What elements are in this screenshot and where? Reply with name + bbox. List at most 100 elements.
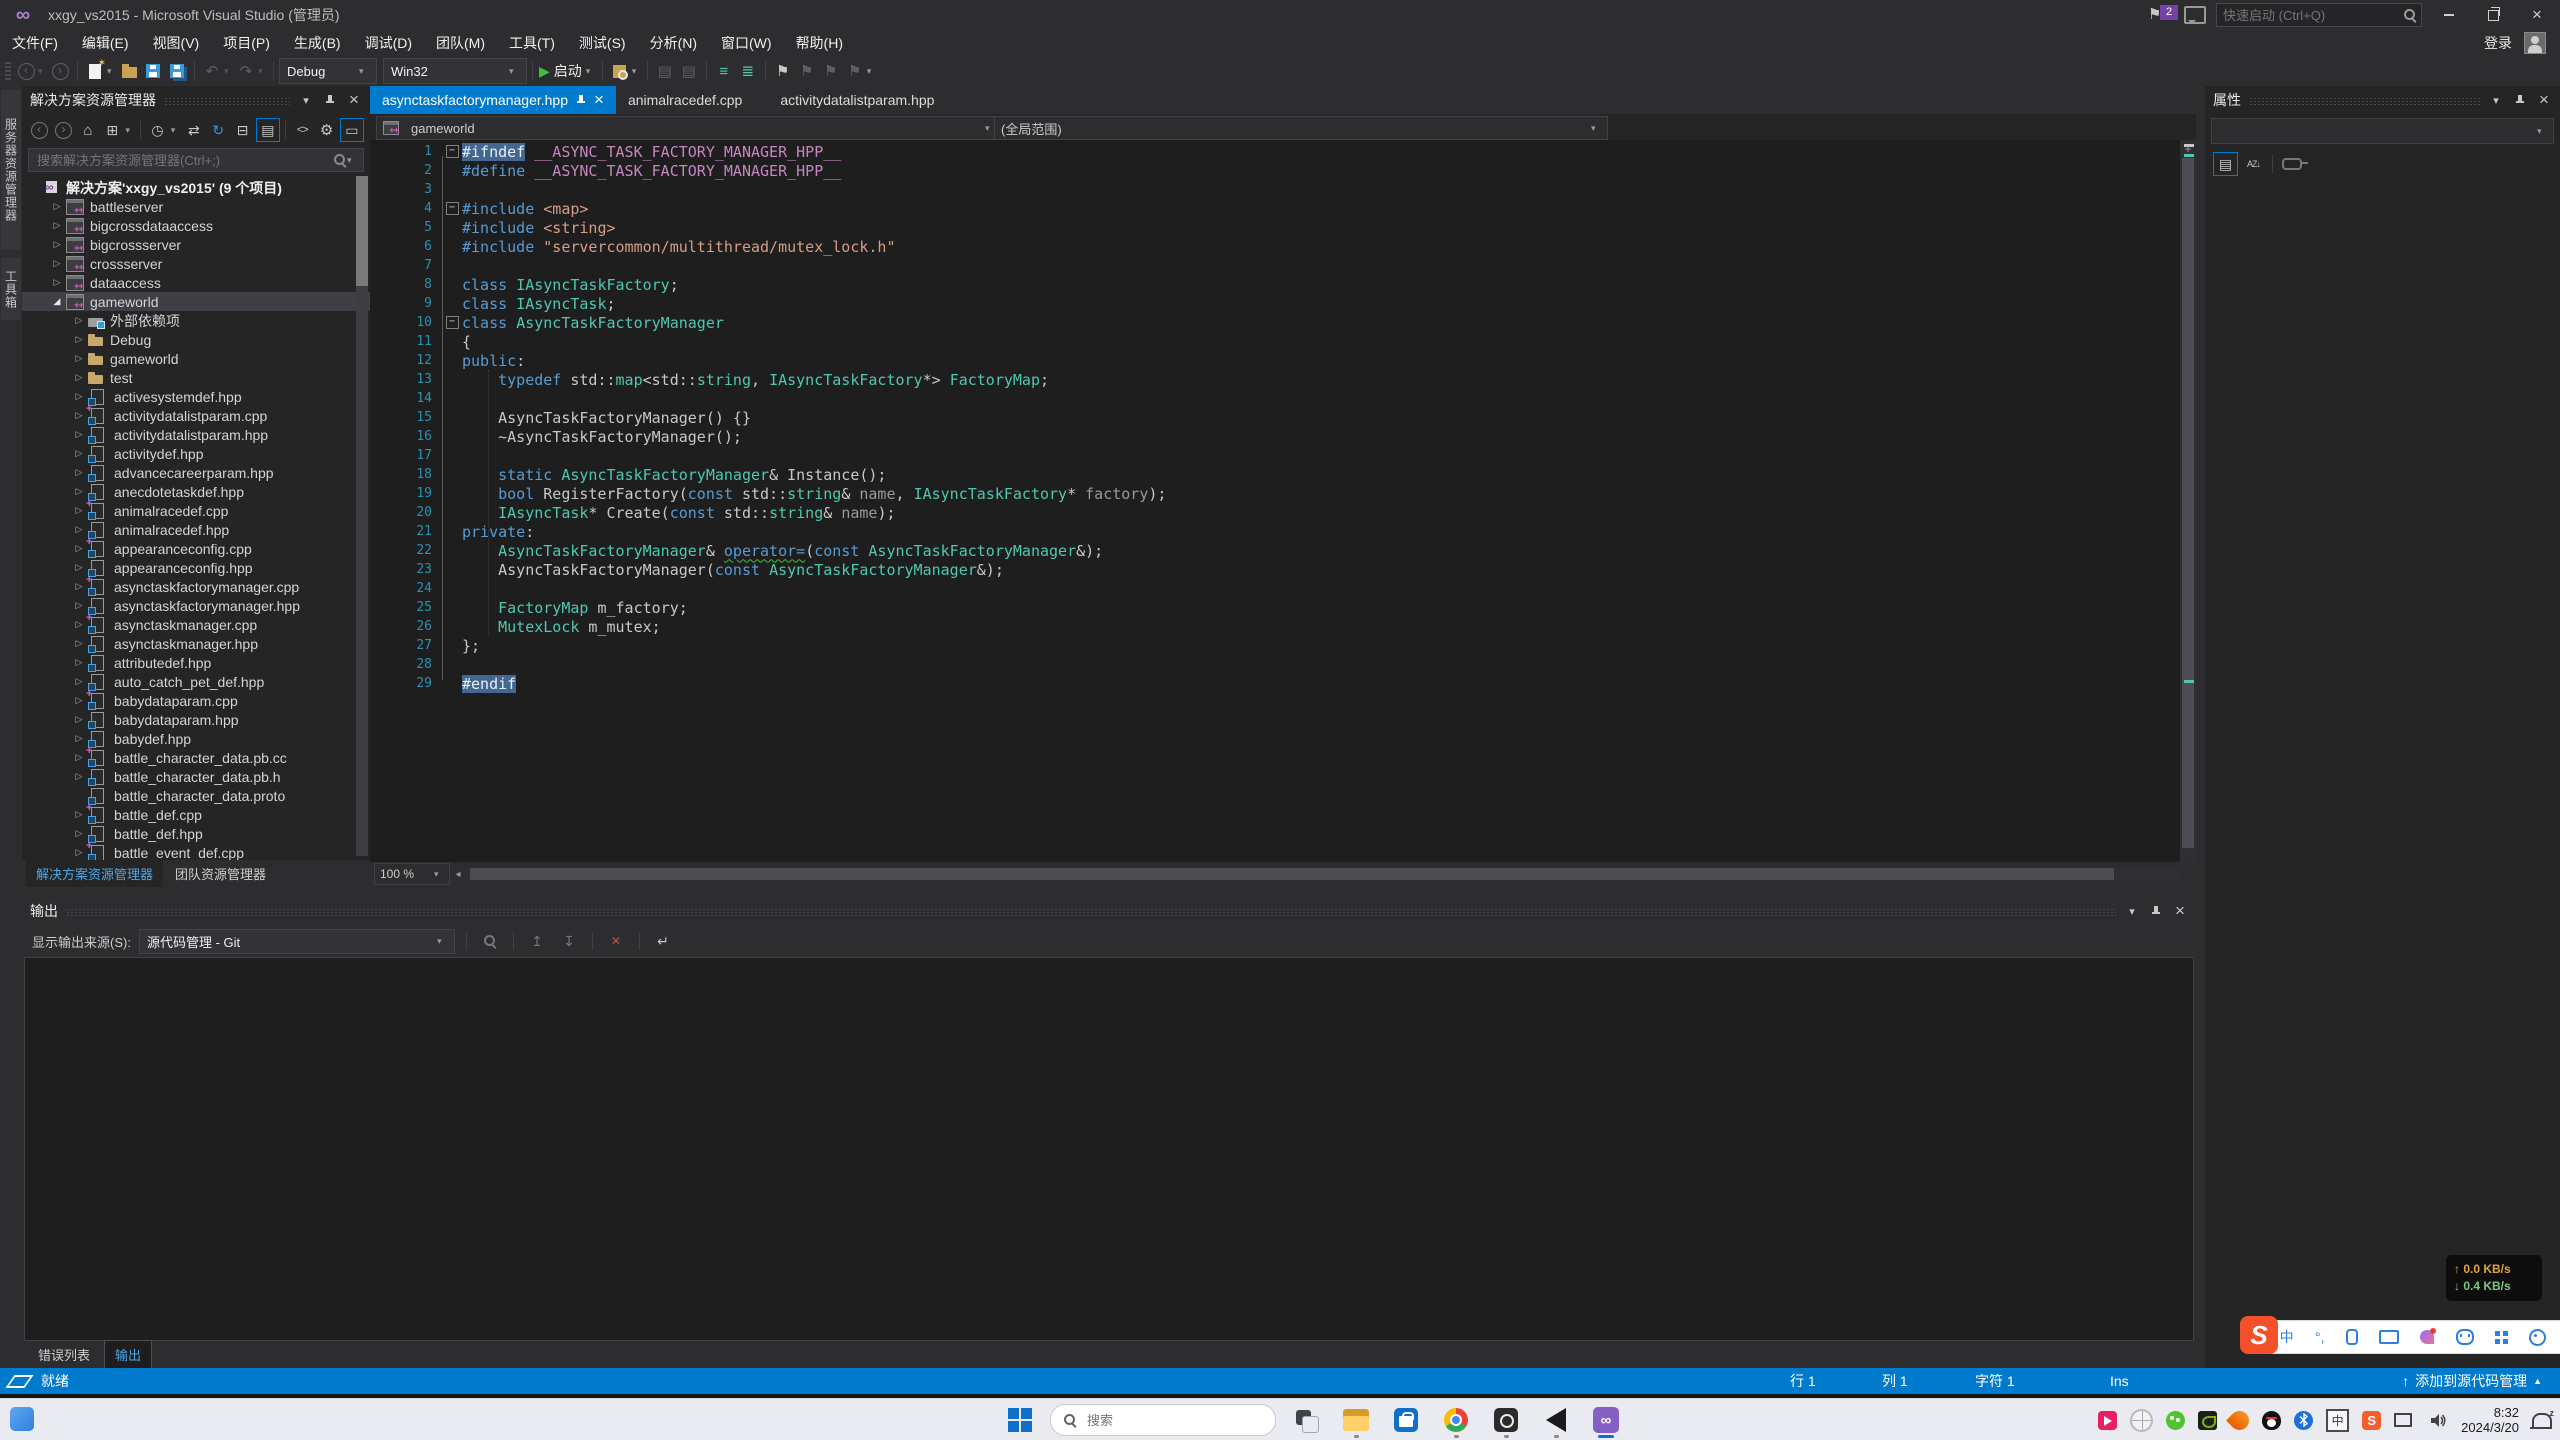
editor-vertical-scrollbar[interactable] — [2180, 140, 2196, 862]
tree-item[interactable]: battle_event_def.cpp — [22, 843, 370, 860]
menu-item[interactable]: 项目(P) — [211, 29, 282, 57]
chrome-button[interactable] — [1436, 1401, 1476, 1439]
pin-icon[interactable] — [576, 94, 586, 107]
expand-arrow-icon[interactable] — [48, 277, 66, 288]
tree-item[interactable]: battle_def.cpp — [22, 805, 370, 824]
categorized-button[interactable] — [2213, 152, 2238, 176]
close-icon[interactable] — [346, 92, 362, 108]
ime-keyboard-icon[interactable] — [2379, 1330, 2399, 1344]
menu-item[interactable]: 生成(B) — [282, 29, 353, 57]
tree-item[interactable]: babydataparam.hpp — [22, 710, 370, 729]
open-file-button[interactable] — [118, 59, 140, 83]
close-button[interactable] — [2520, 3, 2554, 27]
avatar[interactable] — [2524, 32, 2546, 54]
fold-box-icon[interactable] — [442, 202, 462, 215]
solution-configuration-dropdown[interactable]: Debug▾ — [279, 58, 377, 84]
collapse-all-button[interactable] — [231, 119, 253, 141]
line-below-button[interactable] — [678, 59, 700, 83]
previous-message-button[interactable] — [525, 930, 549, 952]
undo-button[interactable] — [201, 59, 223, 83]
tree-item[interactable]: crossserver — [22, 254, 370, 273]
window-position-caret-icon[interactable] — [2124, 903, 2140, 919]
start-debug-button[interactable]: 启动 ▾ — [539, 59, 596, 83]
tree-item[interactable]: asynctaskmanager.hpp — [22, 634, 370, 653]
restore-button[interactable] — [2476, 3, 2510, 27]
expand-arrow-icon[interactable] — [48, 201, 66, 212]
hscroll-thumb[interactable] — [470, 868, 2114, 880]
show-all-files-button[interactable] — [256, 118, 280, 142]
home-button[interactable] — [77, 119, 99, 141]
expand-arrow-icon[interactable] — [48, 220, 66, 231]
expand-arrow-icon[interactable] — [70, 600, 88, 611]
document-tab[interactable]: animalracedef.cpp — [616, 86, 754, 114]
menu-item[interactable]: 窗口(W) — [709, 29, 784, 57]
window-position-caret-icon[interactable] — [2488, 92, 2504, 108]
toggle-word-wrap-button[interactable] — [651, 930, 675, 952]
tab-team-explorer[interactable]: 团队资源管理器 — [165, 860, 276, 887]
properties-title-bar[interactable]: 属性 — [2205, 86, 2560, 114]
pending-changes-filter-button[interactable] — [146, 119, 168, 141]
menu-item[interactable]: 分析(N) — [638, 29, 709, 57]
tree-item[interactable]: gameworld — [22, 349, 370, 368]
solution-search-box[interactable]: ▾ — [28, 148, 364, 172]
status-insert-mode[interactable]: Ins — [2110, 1368, 2129, 1394]
globe-tray-icon[interactable] — [2130, 1409, 2153, 1432]
tree-scrollbar-thumb[interactable] — [356, 176, 368, 286]
next-bookmark-button[interactable] — [820, 59, 842, 83]
file-explorer-button[interactable] — [1336, 1401, 1376, 1439]
expand-arrow-icon[interactable] — [48, 239, 66, 250]
tree-item[interactable]: babydef.hpp — [22, 729, 370, 748]
ime-indicator[interactable]: 中 — [2326, 1409, 2349, 1432]
tree-item[interactable]: bigcrossserver — [22, 235, 370, 254]
start-button[interactable] — [1000, 1401, 1040, 1439]
new-file-caret-icon[interactable]: ▾ — [107, 66, 117, 77]
object-dropdown[interactable]: ▾ — [2211, 118, 2554, 144]
sync-with-active-document-button[interactable] — [183, 119, 205, 141]
menu-item[interactable]: 文件(F) — [0, 29, 70, 57]
tab-output[interactable]: 输出 — [104, 1340, 152, 1369]
fold-box-icon[interactable] — [442, 145, 462, 158]
tree-item[interactable]: attributedef.hpp — [22, 653, 370, 672]
tree-item[interactable]: asynctaskmanager.cpp — [22, 615, 370, 634]
filter-caret-icon[interactable]: ▾ — [171, 125, 181, 136]
ime-punctuation-icon[interactable]: °, — [2315, 1329, 2325, 1345]
ime-emoji-icon[interactable] — [2456, 1329, 2474, 1345]
quick-launch-box[interactable] — [2216, 3, 2422, 27]
feedback-icon[interactable] — [2184, 6, 2206, 24]
tree-item[interactable]: advancecareerparam.hpp — [22, 463, 370, 482]
tree-item[interactable]: activitydatalistparam.hpp — [22, 425, 370, 444]
menu-item[interactable]: 测试(S) — [567, 29, 638, 57]
tree-item[interactable]: animalracedef.cpp — [22, 501, 370, 520]
line-above-button[interactable] — [654, 59, 676, 83]
tree-item[interactable]: 解决方案'xxgy_vs2015' (9 个项目) — [22, 178, 370, 197]
tree-item[interactable]: activesystemdef.hpp — [22, 387, 370, 406]
tree-item[interactable]: battle_def.hpp — [22, 824, 370, 843]
redo-button[interactable] — [235, 59, 257, 83]
tab-solution-explorer[interactable]: 解决方案资源管理器 — [26, 860, 163, 887]
output-source-dropdown[interactable]: 源代码管理 - Git ▾ — [139, 929, 455, 954]
taskbar-clock[interactable]: 8:32 2024/3/20 — [2461, 1405, 2519, 1435]
expand-arrow-icon[interactable] — [70, 828, 88, 839]
expand-arrow-icon[interactable] — [70, 638, 88, 649]
tree-item[interactable]: appearanceconfig.cpp — [22, 539, 370, 558]
ime-skin-icon[interactable] — [2420, 1330, 2434, 1344]
alphabetical-button[interactable] — [2242, 153, 2265, 175]
expand-arrow-icon[interactable] — [70, 353, 88, 364]
nvidia-tray-icon[interactable] — [2198, 1411, 2217, 1430]
unity-hub-button[interactable] — [1486, 1401, 1526, 1439]
clear-bookmarks-button[interactable] — [844, 59, 866, 83]
sign-in-link[interactable]: 登录 — [2484, 33, 2512, 53]
tab-error-list[interactable]: 错误列表 — [28, 1341, 100, 1368]
tree-item[interactable]: gameworld — [22, 292, 370, 311]
tree-item[interactable]: animalracedef.hpp — [22, 520, 370, 539]
expand-arrow-icon[interactable] — [70, 334, 88, 345]
task-view-button[interactable] — [1286, 1401, 1326, 1439]
network-monitor-tray-icon[interactable] — [2394, 1411, 2416, 1430]
sogou-tray-icon[interactable]: S — [2362, 1411, 2381, 1430]
video-app-tray-icon[interactable] — [2098, 1411, 2117, 1430]
expand-arrow-icon[interactable] — [70, 676, 88, 687]
taskbar-search-input[interactable] — [1085, 1412, 1263, 1429]
ime-toolbox-icon[interactable] — [2495, 1331, 2508, 1344]
minimize-button[interactable] — [2432, 3, 2466, 27]
menu-item[interactable]: 工具(T) — [497, 29, 567, 57]
